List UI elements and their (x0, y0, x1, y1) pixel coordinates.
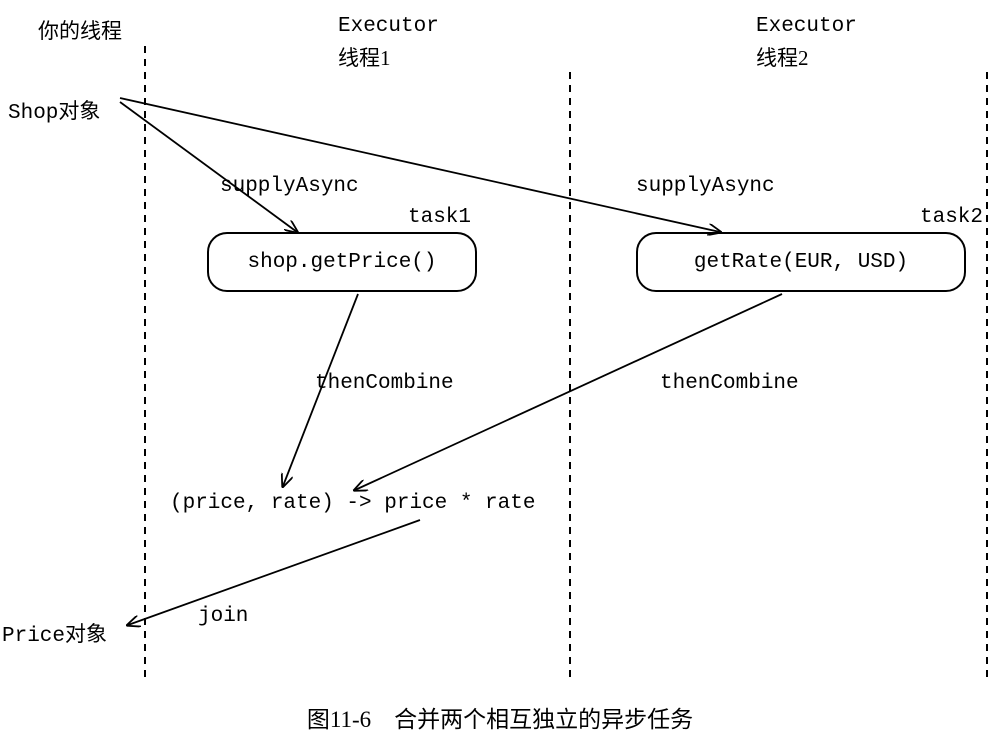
lambda-expression: (price, rate) -> price * rate (170, 492, 535, 515)
then-combine-2-label: thenCombine (660, 372, 799, 395)
header-executor1-line1: Executor (338, 15, 439, 38)
header-executor2-line2: 线程2 (756, 42, 809, 72)
shop-object-prefix: Shop (8, 102, 58, 125)
supply-async-1-label: supplyAsync (220, 175, 359, 198)
task2-box-text: getRate(EUR, USD) (694, 251, 908, 274)
header-your-thread: 你的线程 (38, 15, 122, 45)
arrow-join (128, 520, 420, 625)
header-executor1-line2: 线程1 (338, 42, 391, 72)
price-object-suffix: 对象 (65, 622, 107, 646)
task2-box: getRate(EUR, USD) (636, 232, 966, 292)
shop-object-suffix: 对象 (58, 99, 100, 123)
task1-box-text: shop.getPrice() (247, 251, 436, 274)
shop-object-label: Shop对象 (8, 95, 100, 125)
task1-box: shop.getPrice() (207, 232, 477, 292)
task1-label: task1 (408, 206, 471, 229)
supply-async-2-label: supplyAsync (636, 175, 775, 198)
price-object-label: Price对象 (2, 618, 107, 648)
arrow-supply-async-1 (120, 102, 297, 232)
then-combine-1-label: thenCombine (315, 372, 454, 395)
task2-label: task2 (920, 206, 983, 229)
figure-caption: 图11-6 合并两个相互独立的异步任务 (0, 700, 1000, 734)
diagram-svg (0, 0, 1000, 746)
join-label: join (198, 605, 248, 628)
price-object-prefix: Price (2, 625, 65, 648)
header-executor2-line1: Executor (756, 15, 857, 38)
